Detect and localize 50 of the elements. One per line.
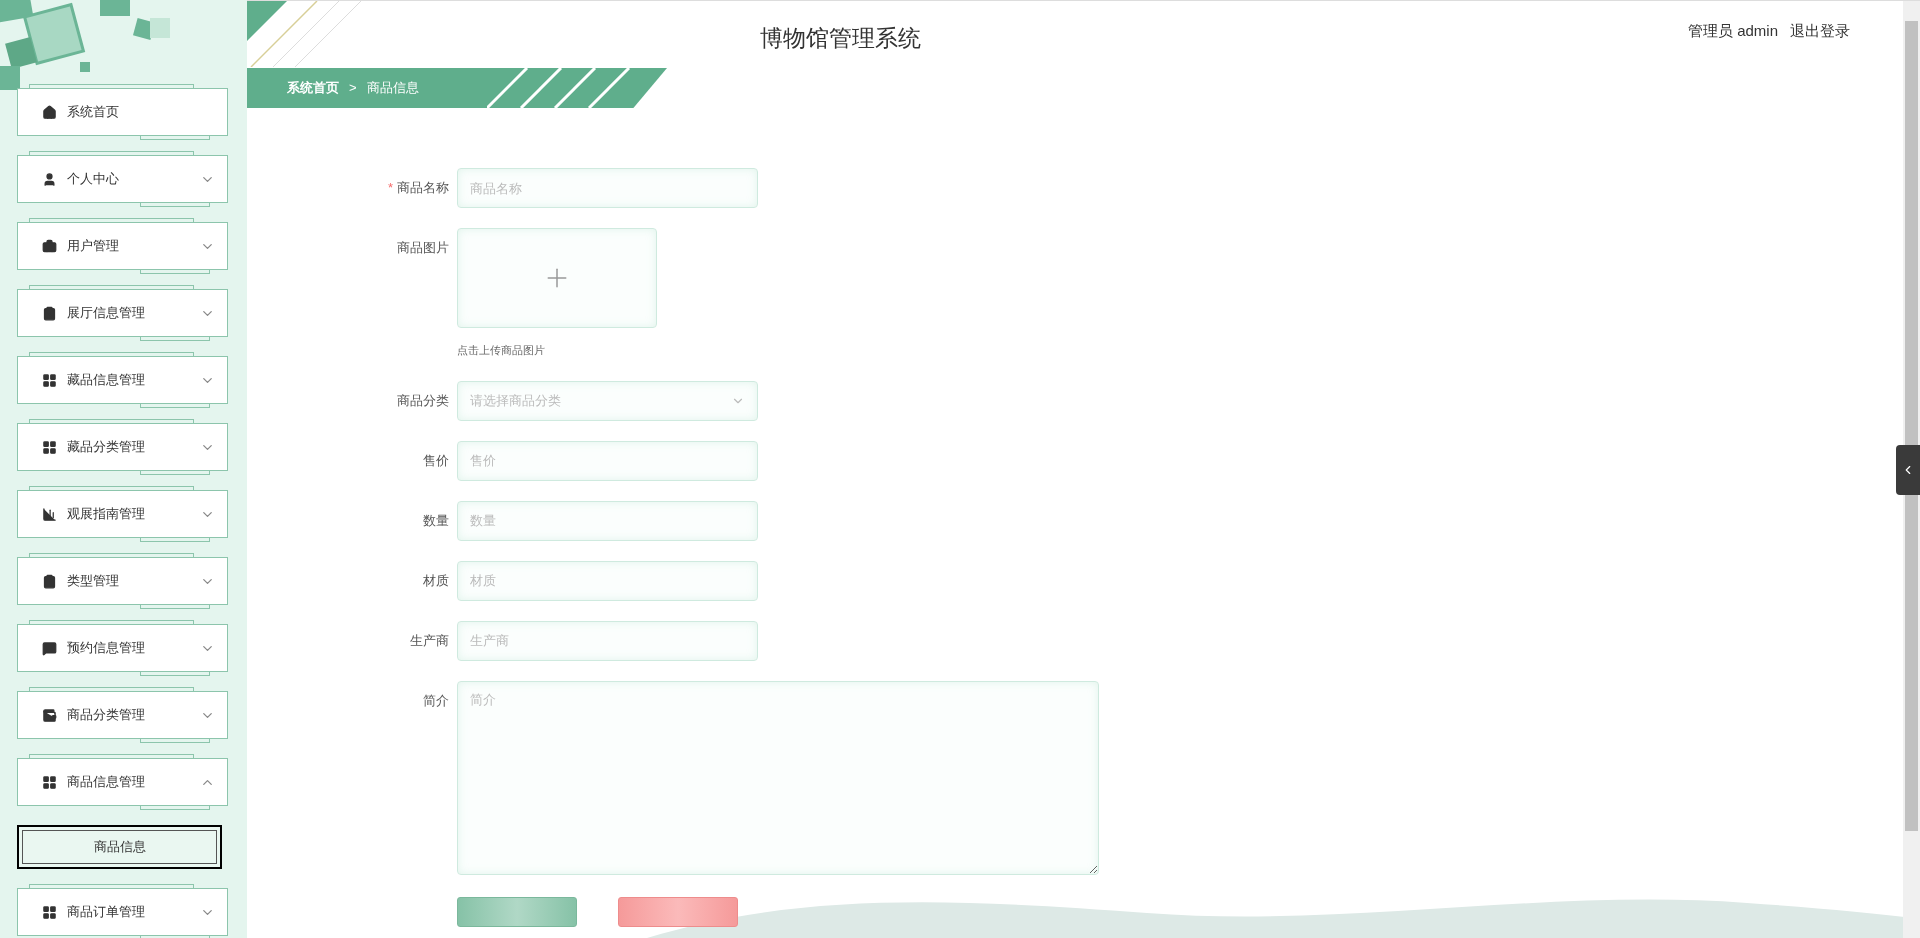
bar-chart-icon <box>42 506 57 522</box>
field-label: 商品图片 <box>397 240 449 255</box>
sidebar-item[interactable]: 商品订单管理 <box>17 888 228 936</box>
field-label: 商品分类 <box>397 392 449 408</box>
field-label: 生产商 <box>410 632 449 648</box>
clipboard-icon <box>42 305 57 321</box>
upload-box[interactable] <box>457 228 657 328</box>
field-label: 简介 <box>423 692 449 708</box>
field-label: 数量 <box>423 512 449 528</box>
page-title: 博物馆管理系统 <box>760 24 921 53</box>
sidebar-item[interactable]: 藏品信息管理 <box>17 356 228 404</box>
sidebar-item[interactable]: 预约信息管理 <box>17 624 228 672</box>
sidebar-item[interactable]: 用户管理 <box>17 222 228 270</box>
home-icon <box>42 104 57 120</box>
text-field[interactable]: 材质 <box>457 560 758 601</box>
text-field[interactable]: 商品名称 <box>457 168 758 208</box>
user-icon <box>42 171 57 187</box>
field-label: 材质 <box>423 572 449 588</box>
textarea-field[interactable]: 简介 <box>457 680 1099 875</box>
text-field[interactable]: 生产商 <box>457 620 758 661</box>
grid-icon <box>42 904 57 920</box>
text-field[interactable]: 数量 <box>457 500 758 541</box>
text-field[interactable]: 售价 <box>457 440 758 481</box>
breadcrumb-separator: > <box>349 79 357 98</box>
clipboard-icon <box>42 573 57 589</box>
sidebar-item[interactable]: 类型管理 <box>17 557 228 605</box>
user-label: 管理员 admin <box>1687 21 1778 42</box>
sidebar-item[interactable]: 商品分类管理 <box>17 691 228 739</box>
briefcase-icon <box>42 238 57 254</box>
submit-button[interactable] <box>457 896 577 927</box>
sidebar-item[interactable]: 观展指南管理 <box>17 490 228 538</box>
breadcrumb-current: 商品信息 <box>366 79 419 98</box>
sidebar-item[interactable]: 藏品分类管理 <box>17 423 228 471</box>
field-label: 商品名称 <box>397 180 449 195</box>
grid-icon <box>42 439 57 455</box>
collapse-tab[interactable] <box>1896 445 1920 495</box>
sidebar-item[interactable]: 个人中心 <box>17 155 228 203</box>
field-label: 售价 <box>423 452 449 468</box>
upload-hint: 点击上传商品图片 <box>457 343 546 358</box>
submenu-item[interactable]: 商品信息 <box>17 825 222 869</box>
sidebar-item[interactable]: 系统首页 <box>17 88 228 136</box>
grid-icon <box>42 372 57 388</box>
wallet-icon <box>42 707 57 723</box>
grid-icon <box>42 774 57 790</box>
required-asterisk: * <box>387 180 393 195</box>
sidebar-item[interactable]: 商品信息管理 <box>17 758 228 806</box>
cancel-button[interactable] <box>618 896 738 927</box>
logout-link[interactable]: 退出登录 <box>1790 20 1850 43</box>
message-icon <box>42 640 57 656</box>
sidebar-item[interactable]: 展厅信息管理 <box>17 289 228 337</box>
